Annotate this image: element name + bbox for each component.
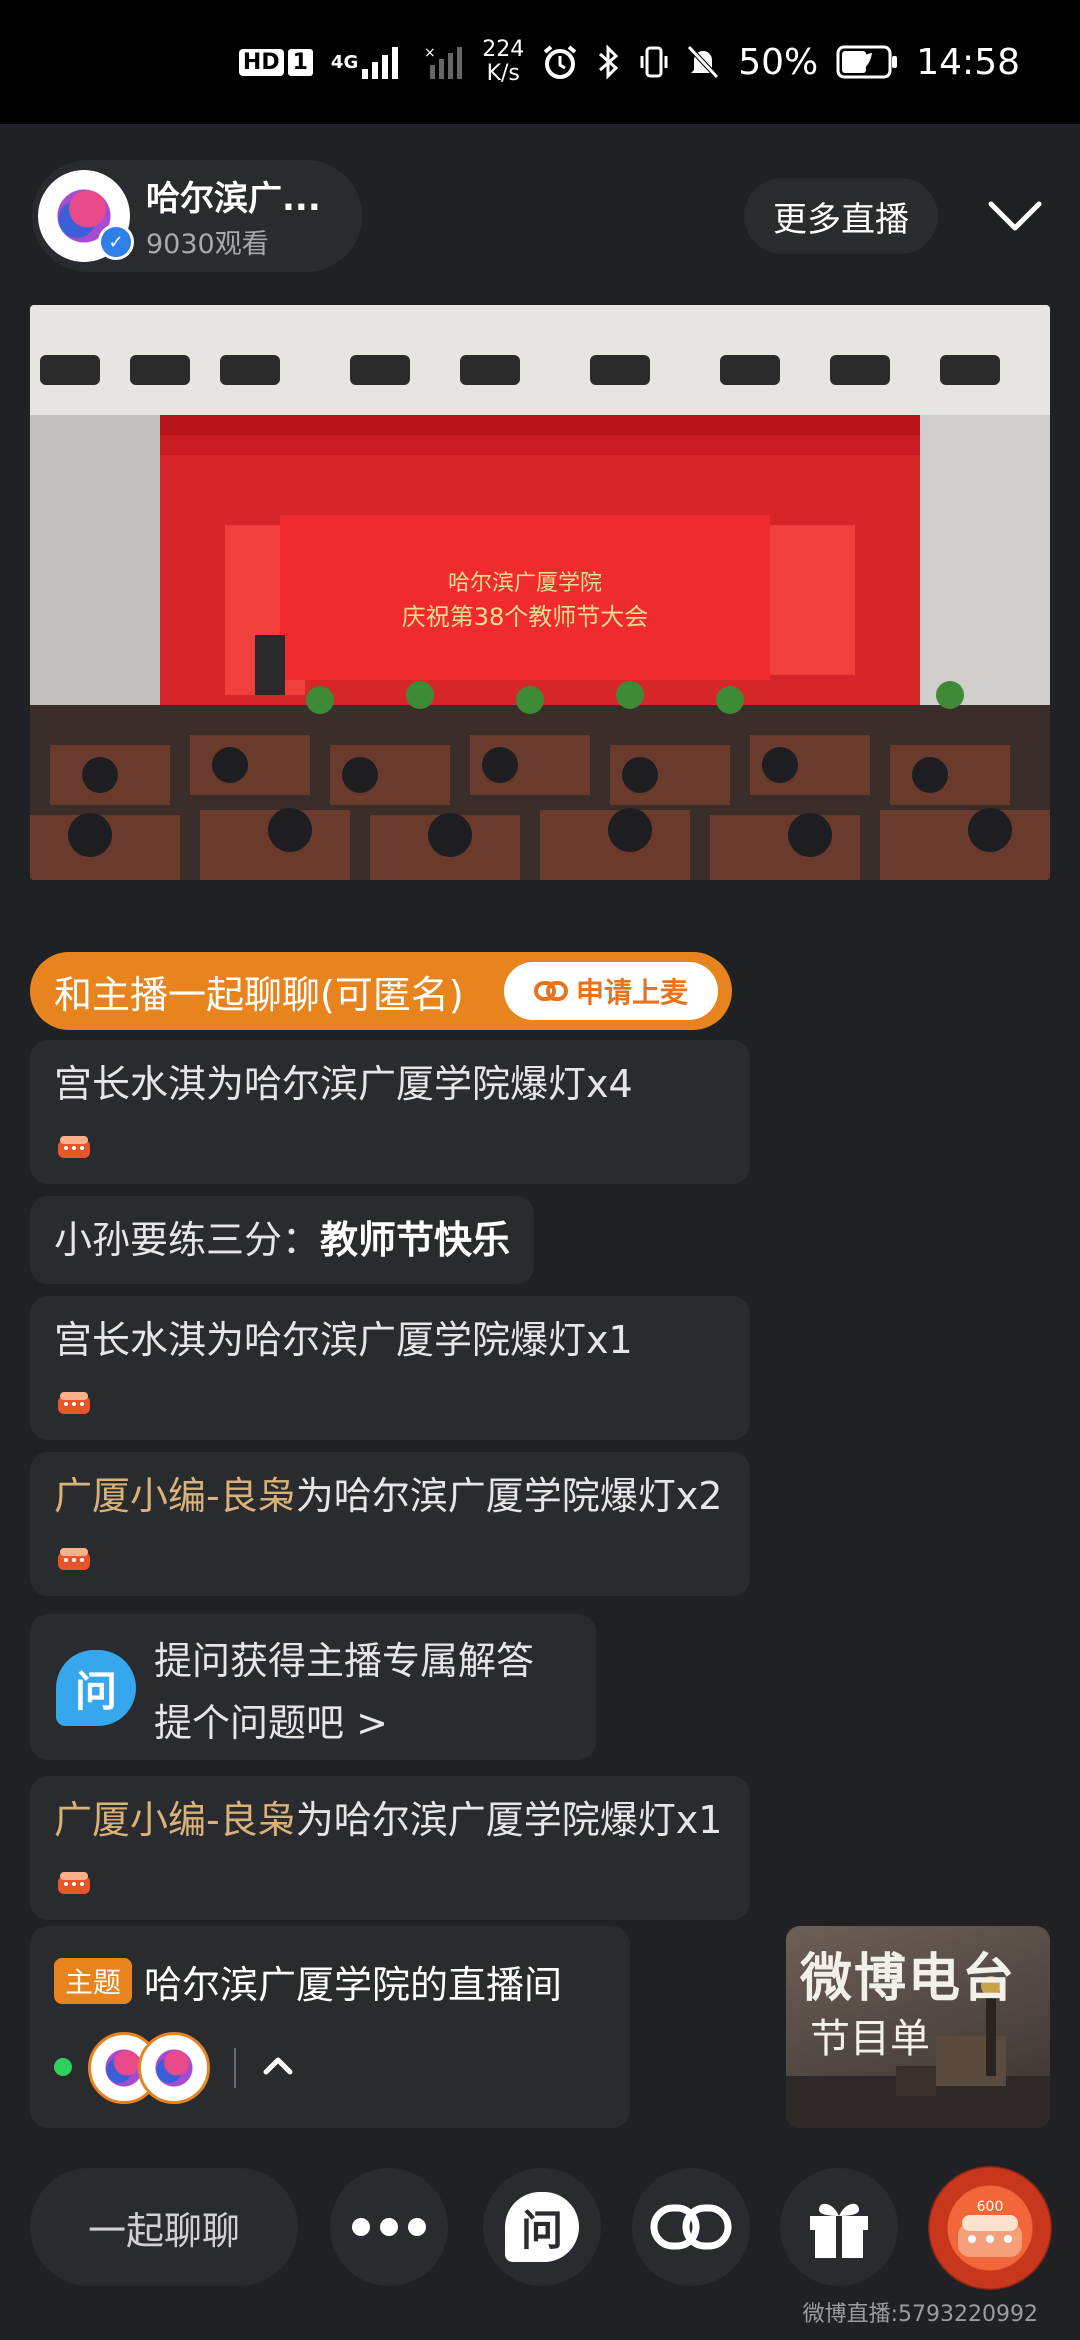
live-video-player[interactable]: 哈尔滨广厦学院 庆祝第38个教师节大会 [30, 305, 1050, 880]
weibo-live-watermark: 微博直播:5793220992 [802, 2302, 1038, 2327]
clock: 14:58 [916, 41, 1020, 83]
bluetooth-icon [596, 44, 622, 80]
signal-empty-icon: × [424, 45, 464, 79]
cake-gift-icon [58, 1547, 90, 1570]
chat-message: 广厦小编-良枭为哈尔滨广厦学院爆灯x2 [30, 1452, 750, 1596]
chevron-up-icon[interactable] [256, 2044, 300, 2088]
banner-line-1: 哈尔滨广厦学院 [448, 571, 602, 596]
bottom-action-bar: 一起聊聊 问 600 [0, 2166, 1080, 2290]
viewer-count: 9030观看 [146, 229, 269, 260]
qa-link[interactable]: 提个问题吧 > [154, 1692, 388, 1747]
participant-avatar[interactable] [138, 2032, 210, 2104]
banner-line-2: 庆祝第38个教师节大会 [402, 603, 649, 631]
vibrate-icon [640, 44, 668, 80]
radio-title: 微博电台 [800, 1949, 1017, 2009]
weibo-radio-card[interactable]: 微博电台 节目单 [786, 1926, 1050, 2128]
streamer-name: 哈尔滨广... [146, 179, 321, 219]
join-mic-text: 和主播一起聊聊(可匿名) [54, 972, 464, 1017]
chat-message: 小孙要练三分：教师节快乐 [30, 1196, 535, 1284]
qa-title: 提问获得主播专属解答 [154, 1639, 535, 1683]
alarm-icon [542, 44, 578, 80]
apply-mic-button[interactable]: 申请上麦 [504, 962, 718, 1020]
connect-mic-button[interactable] [632, 2168, 750, 2286]
cake-gift-icon [58, 1391, 90, 1414]
chat-message: 宫长水淇为哈尔滨广厦学院爆灯x4 [30, 1040, 750, 1184]
link-icon [650, 2204, 732, 2250]
collapse-button[interactable] [975, 178, 1055, 254]
ask-question-card[interactable]: 问 提问获得主播专属解答 提个问题吧 > [30, 1614, 596, 1760]
question-bubble-icon: 问 [505, 2192, 579, 2262]
svg-text:×: × [424, 45, 436, 61]
live-header: ✓ 哈尔滨广... 9030观看 更多直播 [0, 160, 1080, 280]
svg-text:600: 600 [977, 2199, 1004, 2215]
status-bar: HD 1 4G × 224 K/s 50% 14:58 [0, 0, 1080, 124]
gift-icon [810, 2203, 868, 2258]
cake-gift-button[interactable]: 600 [928, 2166, 1052, 2290]
chat-input[interactable]: 一起聊聊 [30, 2168, 298, 2286]
battery-icon [836, 45, 898, 79]
more-live-button[interactable]: 更多直播 [744, 178, 938, 254]
chat-message: 广厦小编-良枭为哈尔滨广厦学院爆灯x1 [30, 1776, 750, 1920]
cake-gift-icon [58, 1871, 90, 1894]
chat-list[interactable]: 宫长水淇为哈尔滨广厦学院爆灯x4 小孙要练三分：教师节快乐 宫长水淇为哈尔滨广厦… [30, 1040, 750, 1932]
more-dots-icon [352, 2218, 426, 2236]
divider [234, 2048, 236, 2088]
radio-subtitle: 节目单 [810, 2016, 930, 2062]
question-icon: 问 [56, 1650, 136, 1726]
network-speed: 224 K/s [482, 37, 525, 86]
mute-icon [686, 44, 720, 80]
topic-card[interactable]: 主题 哈尔滨广厦学院的直播间 [30, 1926, 630, 2128]
sim-icon: 1 [287, 48, 313, 76]
hd-icon: HD [238, 48, 284, 76]
gift-button[interactable] [780, 2168, 898, 2286]
signal-4g-icon: 4G [331, 45, 406, 79]
video-frame: 哈尔滨广厦学院 庆祝第38个教师节大会 [30, 305, 1050, 880]
verified-badge-icon: ✓ [98, 224, 134, 260]
chat-message: 宫长水淇为哈尔滨广厦学院爆灯x1 [30, 1296, 750, 1440]
link-icon [533, 981, 568, 1001]
topic-title: 哈尔滨广厦学院的直播间 [144, 1963, 563, 2007]
cake-gift-icon [58, 1135, 90, 1158]
cake-icon: 600 [958, 2199, 1022, 2257]
ask-button[interactable]: 问 [483, 2168, 601, 2286]
more-button[interactable] [330, 2168, 448, 2286]
streamer-info[interactable]: ✓ 哈尔滨广... 9030观看 [32, 160, 362, 272]
streamer-avatar[interactable]: ✓ [38, 170, 134, 262]
chevron-down-icon [988, 201, 1042, 231]
live-dot-icon [54, 2058, 72, 2076]
join-mic-banner[interactable]: 和主播一起聊聊(可匿名) 申请上麦 [30, 952, 732, 1030]
topic-tag: 主题 [54, 1958, 132, 2004]
battery-percent: 50% [738, 41, 819, 83]
